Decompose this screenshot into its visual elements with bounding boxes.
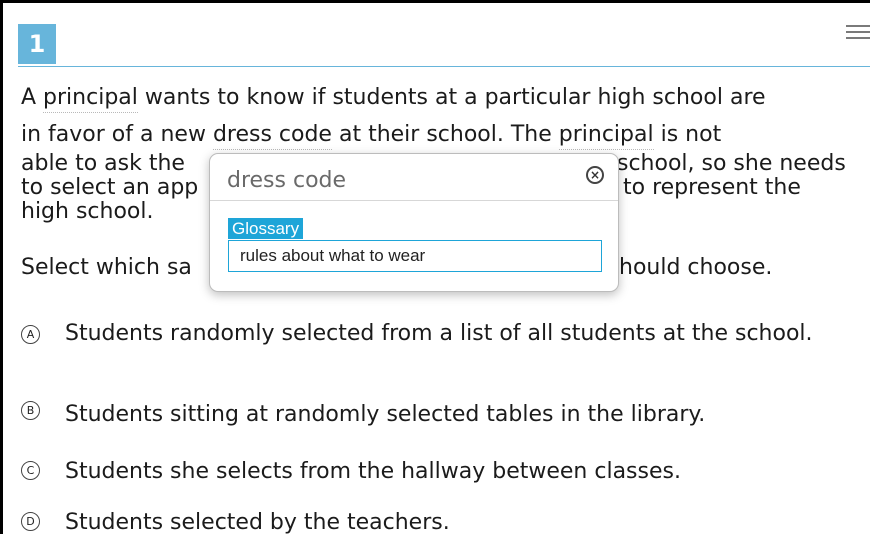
option-c-radio-icon[interactable]: C: [21, 461, 40, 480]
glossary-tab[interactable]: Glossary: [228, 218, 304, 239]
prompt-text: hould choose.: [619, 255, 773, 280]
stem-line-3: able to ask the school, so she needs: [21, 151, 846, 176]
test-item-frame: 1 A principal wants to know if students …: [0, 0, 870, 534]
stem-line-5: high school.: [21, 201, 153, 223]
glossary-popup: dress code × Glossary rules about what t…: [209, 153, 619, 292]
glossary-definition: rules about what to wear: [228, 240, 602, 272]
hamburger-menu-icon[interactable]: [846, 25, 870, 43]
popup-divider: [210, 200, 618, 201]
option-b-radio-icon[interactable]: B: [21, 401, 40, 420]
stem-text: school, so she needs: [617, 151, 846, 176]
stem-text: is not: [653, 122, 722, 147]
glossary-popup-title: dress code: [227, 168, 347, 193]
stem-line-2: in favor of a new dress code at their sc…: [21, 122, 722, 150]
close-circle-icon[interactable]: ×: [586, 166, 604, 184]
option-text: Students she selects from the hallway be…: [65, 459, 681, 484]
glossary-term-principal[interactable]: principal: [558, 122, 654, 150]
question-prompt: Select which sa hould choose.: [21, 255, 772, 280]
stem-text: A: [21, 85, 44, 110]
glossary-term-dress-code[interactable]: dress code: [212, 122, 332, 150]
stem-text: to represent the: [623, 175, 801, 200]
option-text: Students sitting at randomly selected ta…: [65, 402, 706, 427]
prompt-text: Select which sa: [21, 255, 192, 280]
stem-text: in favor of a new: [21, 122, 213, 147]
option-text: Students randomly selected from a list o…: [65, 321, 813, 346]
glossary-term-principal[interactable]: principal: [43, 85, 138, 113]
option-a-radio-icon[interactable]: A: [21, 325, 40, 344]
header-divider: [18, 66, 870, 67]
stem-text: high school.: [21, 199, 154, 224]
question-number: 1: [18, 24, 56, 64]
stem-text: to select an app: [21, 175, 199, 200]
option-d-radio-icon[interactable]: D: [21, 512, 40, 531]
stem-text: able to ask the: [21, 151, 185, 176]
option-text: Students selected by the teachers.: [65, 510, 450, 535]
stem-line-1: A principal wants to know if students at…: [21, 85, 766, 113]
stem-line-4: to select an app to represent the: [21, 175, 801, 200]
stem-text: at their school. The: [331, 122, 559, 147]
stem-text: wants to know if students at a particula…: [137, 85, 766, 110]
